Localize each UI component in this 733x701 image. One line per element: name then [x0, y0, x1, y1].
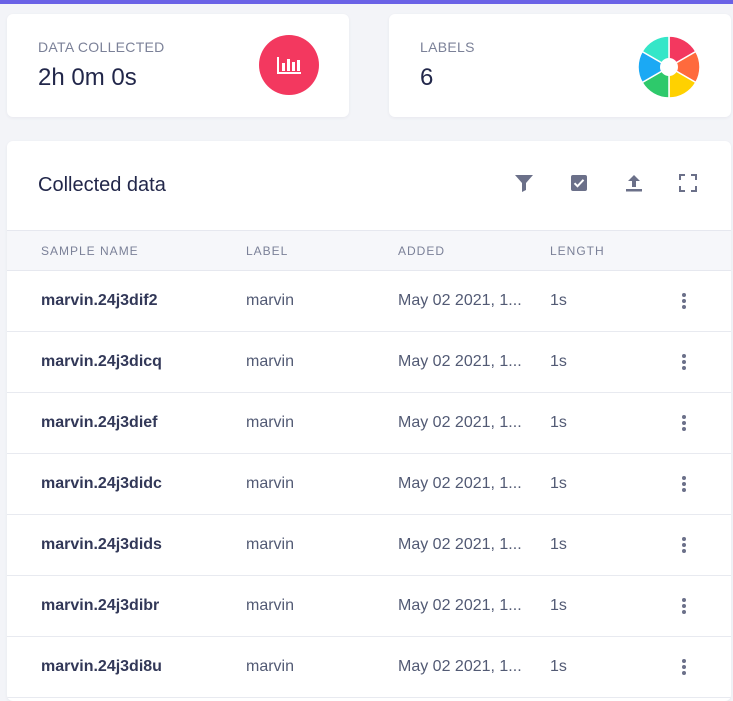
table-body: marvin.24j3dif2 marvin May 02 2021, 1...…	[7, 271, 731, 698]
sample-name[interactable]: marvin.24j3dibr	[41, 597, 159, 615]
sample-name[interactable]: marvin.24j3dicq	[41, 353, 162, 371]
sample-added: May 02 2021, 1...	[398, 475, 522, 492]
sample-length: 1s	[550, 597, 567, 614]
sample-added: May 02 2021, 1...	[398, 292, 522, 309]
select-icon[interactable]	[567, 171, 591, 195]
label-distribution-pie-icon	[637, 35, 701, 99]
pie-center	[660, 58, 678, 76]
more-options-icon[interactable]	[678, 595, 690, 617]
column-header-added[interactable]: ADDED	[398, 244, 445, 258]
column-header-label[interactable]: LABEL	[246, 244, 288, 258]
sample-name[interactable]: marvin.24j3dif2	[41, 292, 158, 310]
data-collected-label: DATA COLLECTED	[38, 39, 165, 55]
sample-name[interactable]: marvin.24j3dief	[41, 414, 158, 432]
sample-added: May 02 2021, 1...	[398, 597, 522, 614]
sample-length: 1s	[550, 414, 567, 431]
more-options-icon[interactable]	[678, 473, 690, 495]
sample-label: marvin	[246, 414, 295, 431]
table-row[interactable]: marvin.24j3dibr marvin May 02 2021, 1...…	[7, 576, 731, 637]
filter-icon[interactable]	[512, 171, 536, 195]
column-header-sample-name[interactable]: SAMPLE NAME	[41, 244, 139, 258]
sample-added: May 02 2021, 1...	[398, 536, 522, 553]
sample-label: marvin	[246, 353, 295, 370]
sample-length: 1s	[550, 658, 567, 675]
data-collected-card: DATA COLLECTED 2h 0m 0s	[7, 14, 349, 117]
more-options-icon[interactable]	[678, 290, 690, 312]
sample-added: May 02 2021, 1...	[398, 414, 522, 431]
sample-name[interactable]: marvin.24j3dids	[41, 536, 162, 554]
more-options-icon[interactable]	[678, 534, 690, 556]
upload-icon[interactable]	[622, 171, 646, 195]
sample-length: 1s	[550, 475, 567, 492]
sample-added: May 02 2021, 1...	[398, 658, 522, 675]
fullscreen-icon[interactable]	[676, 171, 700, 195]
labels-label: LABELS	[420, 39, 475, 55]
sample-label: marvin	[246, 597, 295, 614]
sample-length: 1s	[550, 536, 567, 553]
table-row[interactable]: marvin.24j3dief marvin May 02 2021, 1...…	[7, 393, 731, 454]
sample-added: May 02 2021, 1...	[398, 353, 522, 370]
sample-length: 1s	[550, 292, 567, 309]
labels-count: 6	[420, 64, 434, 91]
table-row[interactable]: marvin.24j3didc marvin May 02 2021, 1...…	[7, 454, 731, 515]
table-row[interactable]: marvin.24j3di8u marvin May 02 2021, 1...…	[7, 637, 731, 698]
table-row[interactable]: marvin.24j3dicq marvin May 02 2021, 1...…	[7, 332, 731, 393]
bar-chart-icon	[259, 35, 319, 95]
column-header-length[interactable]: LENGTH	[550, 244, 605, 258]
data-collected-value: 2h 0m 0s	[38, 64, 137, 91]
panel-title: Collected data	[38, 174, 166, 196]
sample-length: 1s	[550, 353, 567, 370]
labels-card: LABELS 6	[389, 14, 731, 117]
more-options-icon[interactable]	[678, 351, 690, 373]
sample-name[interactable]: marvin.24j3di8u	[41, 658, 162, 676]
table-row[interactable]: marvin.24j3dif2 marvin May 02 2021, 1...…	[7, 271, 731, 332]
sample-label: marvin	[246, 658, 295, 675]
table-header: SAMPLE NAME LABEL ADDED LENGTH	[7, 230, 731, 271]
more-options-icon[interactable]	[678, 412, 690, 434]
collected-data-panel: Collected data SAMPLE NAME LABEL ADDED L…	[7, 141, 731, 701]
sample-name[interactable]: marvin.24j3didc	[41, 475, 162, 493]
sample-label: marvin	[246, 292, 295, 309]
sample-label: marvin	[246, 475, 295, 492]
table-row[interactable]: marvin.24j3dids marvin May 02 2021, 1...…	[7, 515, 731, 576]
sample-label: marvin	[246, 536, 295, 553]
top-accent-bar	[0, 0, 733, 4]
more-options-icon[interactable]	[678, 656, 690, 678]
